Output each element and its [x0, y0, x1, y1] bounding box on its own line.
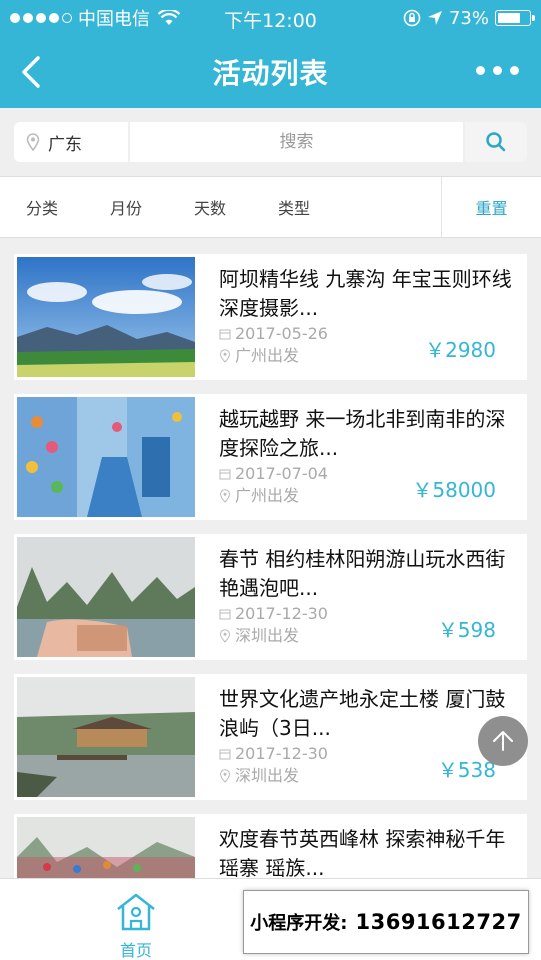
calendar-icon [219, 469, 231, 480]
activity-title: 阿坝精华线 九寨沟 年宝玉则环线深度摄影... [219, 267, 512, 320]
list-item[interactable]: 世界文化遗产地永定土楼 厦门鼓浪屿（3日... 2017-12-30 深圳出发 … [14, 674, 527, 800]
region-selector[interactable]: 广东 [14, 122, 130, 162]
location-pin-icon [219, 489, 231, 503]
activity-date: 2017-05-26 [235, 324, 328, 343]
activity-image [17, 397, 195, 517]
search-input[interactable] [130, 122, 463, 162]
activity-image [17, 537, 195, 657]
activity-title: 越玩越野 来一场北非到南非的深度探险之旅... [219, 407, 506, 460]
nav-bar: 活动列表 [0, 36, 541, 108]
promo-phone: 13691612727 [355, 910, 522, 934]
activity-list: 阿坝精华线 九寨沟 年宝玉则环线深度摄影... 2017-05-26 广州出发 … [14, 254, 527, 954]
arrow-up-icon [493, 731, 513, 751]
tab-home-label: 首页 [119, 941, 152, 960]
activity-departure: 深圳出发 [235, 766, 300, 785]
activity-departure: 广州出发 [235, 486, 300, 505]
region-label: 广东 [48, 134, 82, 155]
more-dots-icon[interactable] [476, 66, 519, 75]
search-icon [486, 132, 506, 152]
chevron-left-icon[interactable] [18, 54, 48, 90]
location-pin-icon [219, 769, 231, 783]
activity-price: ￥58000 [412, 478, 496, 502]
calendar-icon [219, 609, 231, 620]
signal-icon [10, 13, 72, 23]
reset-button[interactable]: 重置 [441, 177, 541, 237]
filter-category[interactable]: 分类 [0, 195, 84, 219]
activity-departure: 深圳出发 [235, 626, 300, 645]
list-item[interactable]: 阿坝精华线 九寨沟 年宝玉则环线深度摄影... 2017-05-26 广州出发 … [14, 254, 527, 380]
home-icon [117, 893, 155, 931]
location-pin-icon [219, 349, 231, 363]
activity-price: ￥2980 [425, 338, 496, 362]
list-item[interactable]: 越玩越野 来一场北非到南非的深度探险之旅... 2017-07-04 广州出发 … [14, 394, 527, 520]
activity-image [17, 257, 195, 377]
carrier-label: 中国电信 [78, 9, 150, 30]
activity-title: 世界文化遗产地永定土楼 厦门鼓浪屿（3日... [219, 687, 506, 740]
page-title: 活动列表 [212, 57, 329, 90]
location-pin-icon [26, 133, 40, 151]
top-bar: 中国电信 下午12:00 73% 活动列表 [0, 0, 541, 108]
activity-image [17, 677, 195, 797]
back-to-top-button[interactable] [478, 716, 528, 766]
filter-type[interactable]: 类型 [252, 195, 336, 219]
battery-icon [495, 10, 535, 26]
promo-banner: 小程序开发: 13691612727 [243, 890, 529, 954]
activity-date: 2017-07-04 [235, 464, 328, 483]
activity-price: ￥598 [437, 618, 496, 642]
tab-home[interactable]: 首页 [106, 891, 166, 960]
battery-percent: 73% [448, 7, 489, 29]
activity-departure: 广州出发 [235, 346, 300, 365]
filter-month[interactable]: 月份 [84, 195, 168, 219]
calendar-icon [219, 749, 231, 760]
location-pin-icon [219, 629, 231, 643]
search-bar: 广东 [0, 108, 541, 176]
activity-title: 春节 相约桂林阳朔游山玩水西街艳遇泡吧... [219, 547, 506, 600]
list-item[interactable]: 春节 相约桂林阳朔游山玩水西街艳遇泡吧... 2017-12-30 深圳出发 ￥… [14, 534, 527, 660]
search-button[interactable] [465, 122, 527, 162]
filter-days[interactable]: 天数 [168, 195, 252, 219]
location-arrow-icon [427, 11, 442, 25]
activity-date: 2017-12-30 [235, 744, 328, 763]
calendar-icon [219, 329, 231, 340]
wifi-icon [158, 10, 180, 25]
filter-bar: 分类 月份 天数 类型 重置 [0, 176, 541, 238]
status-bar: 中国电信 下午12:00 73% [0, 0, 541, 36]
orientation-lock-icon [403, 9, 421, 27]
promo-label: 小程序开发: [250, 913, 348, 934]
activity-date: 2017-12-30 [235, 604, 328, 623]
activity-title: 欢度春节英西峰林 探索神秘千年瑶寨 瑶族... [219, 827, 506, 880]
